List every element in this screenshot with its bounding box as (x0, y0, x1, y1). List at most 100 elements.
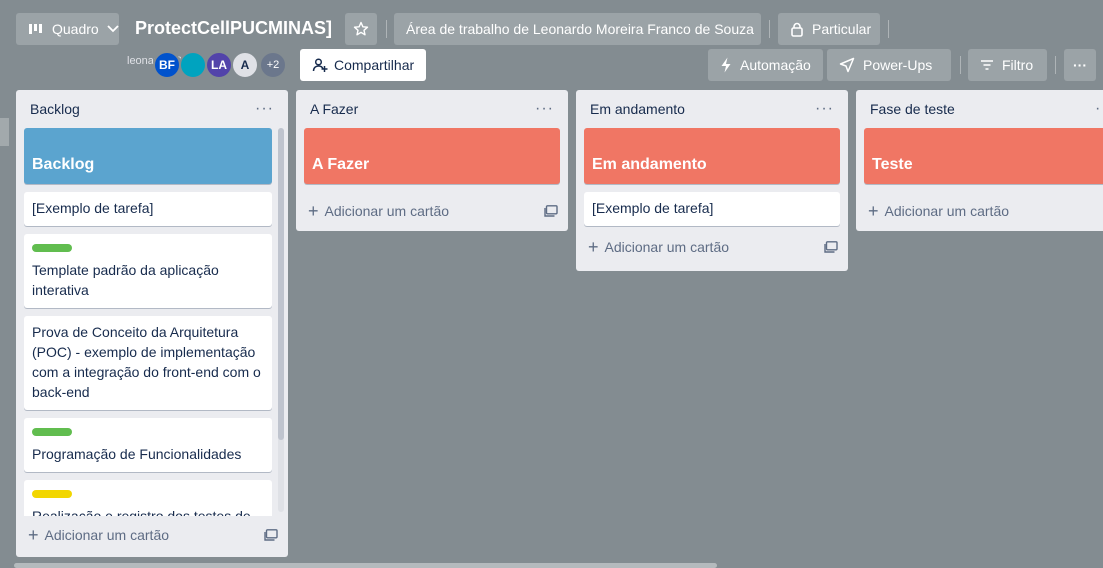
share-button[interactable]: Compartilhar (300, 49, 427, 81)
list-em-andamento: Em andamento ··· Em andamento [Exemplo d… (576, 90, 848, 271)
list-scrollbar[interactable] (278, 128, 284, 512)
powerups-label: Power-Ups (863, 57, 933, 73)
card-title: Template padrão da aplicação interativa (32, 262, 219, 298)
add-card-row: + Adicionar um cartão (296, 192, 568, 230)
card[interactable]: Prova de Conceito da Arquitetura (POC) -… (24, 316, 272, 410)
automation-label: Automação (740, 57, 811, 73)
plus-icon: + (588, 237, 599, 257)
more-menu-button[interactable]: ··· (1064, 49, 1096, 81)
add-card-row: + Adicionar um cartão (16, 516, 288, 554)
list-backlog: Backlog ··· Backlog [Exemplo de tarefa] … (16, 90, 288, 557)
cover-card[interactable]: Em andamento (584, 128, 840, 184)
plus-icon: + (28, 525, 39, 545)
list-header[interactable]: A Fazer ··· (296, 90, 568, 128)
workspace-label: Área de trabalho de Leonardo Moreira Fra… (406, 21, 754, 37)
cover-card-title: A Fazer (312, 156, 370, 173)
board-icon (28, 22, 44, 36)
card-title: [Exemplo de tarefa] (32, 200, 154, 216)
avatar[interactable] (179, 51, 207, 79)
card[interactable]: [Exemplo de tarefa] (584, 192, 840, 226)
sidebar-edge[interactable] (0, 118, 9, 146)
add-card-button[interactable]: + Adicionar um cartão (308, 202, 449, 220)
lightning-icon (720, 57, 732, 73)
cover-card[interactable]: Teste (864, 128, 1103, 184)
separator (769, 20, 770, 38)
powerups-button[interactable]: Power-Ups (827, 49, 951, 81)
card[interactable]: [Exemplo de tarefa] (24, 192, 272, 226)
list-header[interactable]: Fase de teste ··· (856, 90, 1103, 128)
card-title: [Exemplo de tarefa] (592, 200, 714, 216)
list-menu-button[interactable]: ··· (535, 100, 554, 118)
view-switcher-button[interactable]: Quadro (16, 13, 119, 45)
filter-button[interactable]: Filtro (968, 49, 1047, 81)
lock-icon (790, 22, 804, 37)
rocket-icon (839, 57, 855, 73)
list-title[interactable]: A Fazer (310, 101, 358, 117)
list-cards: Em andamento [Exemplo de tarefa] (576, 128, 848, 226)
filter-label: Filtro (1002, 57, 1034, 73)
cover-card-title: Em andamento (592, 156, 707, 173)
share-label: Compartilhar (334, 57, 415, 73)
add-person-icon (312, 57, 328, 73)
list-menu-button[interactable]: ··· (255, 100, 274, 118)
card-title: Realização e registro dos testes de (32, 508, 251, 516)
add-card-label: Adicionar um cartão (604, 239, 730, 255)
list-cards: A Fazer (296, 128, 568, 184)
add-card-label: Adicionar um cartão (884, 203, 1010, 219)
list-menu-button[interactable]: ··· (1095, 100, 1103, 118)
card[interactable]: Realização e registro dos testes de (24, 480, 272, 516)
extra-members-count[interactable]: +2 (259, 51, 287, 79)
card-label-green[interactable] (32, 428, 72, 436)
plus-icon: + (868, 201, 879, 221)
board-horizontal-scrollbar[interactable] (14, 563, 717, 568)
avatar[interactable]: BF (153, 51, 181, 79)
add-card-button[interactable]: + Adicionar um cartão (588, 238, 729, 256)
template-icon[interactable] (824, 241, 838, 253)
list-header[interactable]: Em andamento ··· (576, 90, 848, 128)
board-title[interactable]: ProtectCellPUCMINAS] (135, 18, 332, 39)
separator (888, 20, 889, 38)
separator (960, 56, 961, 74)
separator (386, 20, 387, 38)
avatar[interactable]: A (231, 51, 259, 79)
card[interactable]: Programação de Funcionalidades (24, 418, 272, 472)
list-a-fazer: A Fazer ··· A Fazer + Adicionar um cartã… (296, 90, 568, 231)
list-title[interactable]: Backlog (30, 101, 80, 117)
template-icon[interactable] (264, 529, 278, 541)
member-avatars[interactable]: leonardoh231 BF LA A +2 (127, 51, 292, 79)
star-icon (353, 21, 369, 37)
cover-card[interactable]: Backlog (24, 128, 272, 184)
chevron-down-icon (107, 25, 119, 33)
scrollbar-thumb[interactable] (278, 128, 284, 440)
card-title: Programação de Funcionalidades (32, 446, 242, 462)
add-card-button[interactable]: + Adicionar um cartão (28, 526, 169, 544)
list-cards: Teste (856, 128, 1103, 184)
list-header[interactable]: Backlog ··· (16, 90, 288, 128)
board-header: Quadro ProtectCellPUCMINAS] Área de trab… (0, 0, 1103, 88)
add-card-button[interactable]: + Adicionar um cartão (868, 202, 1009, 220)
template-icon[interactable] (544, 205, 558, 217)
card-label-green[interactable] (32, 244, 72, 252)
add-card-row: + Adicionar um cartão (576, 228, 848, 266)
card-title: Prova de Conceito da Arquitetura (POC) -… (32, 324, 261, 400)
avatar[interactable]: LA (205, 51, 233, 79)
card-label-yellow[interactable] (32, 490, 72, 498)
list-menu-button[interactable]: ··· (815, 100, 834, 118)
cover-card-title: Backlog (32, 156, 95, 173)
cover-card-title: Teste (872, 156, 913, 173)
list-cards: Backlog [Exemplo de tarefa] Template pad… (16, 128, 288, 516)
card[interactable]: Template padrão da aplicação interativa (24, 234, 272, 308)
visibility-button[interactable]: Particular (778, 13, 880, 45)
add-card-label: Adicionar um cartão (44, 527, 170, 543)
separator (1055, 56, 1056, 74)
cover-card[interactable]: A Fazer (304, 128, 560, 184)
visibility-label: Particular (812, 21, 872, 37)
more-icon: ··· (1073, 57, 1087, 73)
list-title[interactable]: Fase de teste (870, 101, 955, 117)
automation-button[interactable]: Automação (708, 49, 823, 81)
star-button[interactable] (345, 13, 377, 45)
plus-icon: + (308, 201, 319, 221)
workspace-button[interactable]: Área de trabalho de Leonardo Moreira Fra… (394, 13, 761, 45)
list-title[interactable]: Em andamento (590, 101, 685, 117)
add-card-label: Adicionar um cartão (324, 203, 450, 219)
